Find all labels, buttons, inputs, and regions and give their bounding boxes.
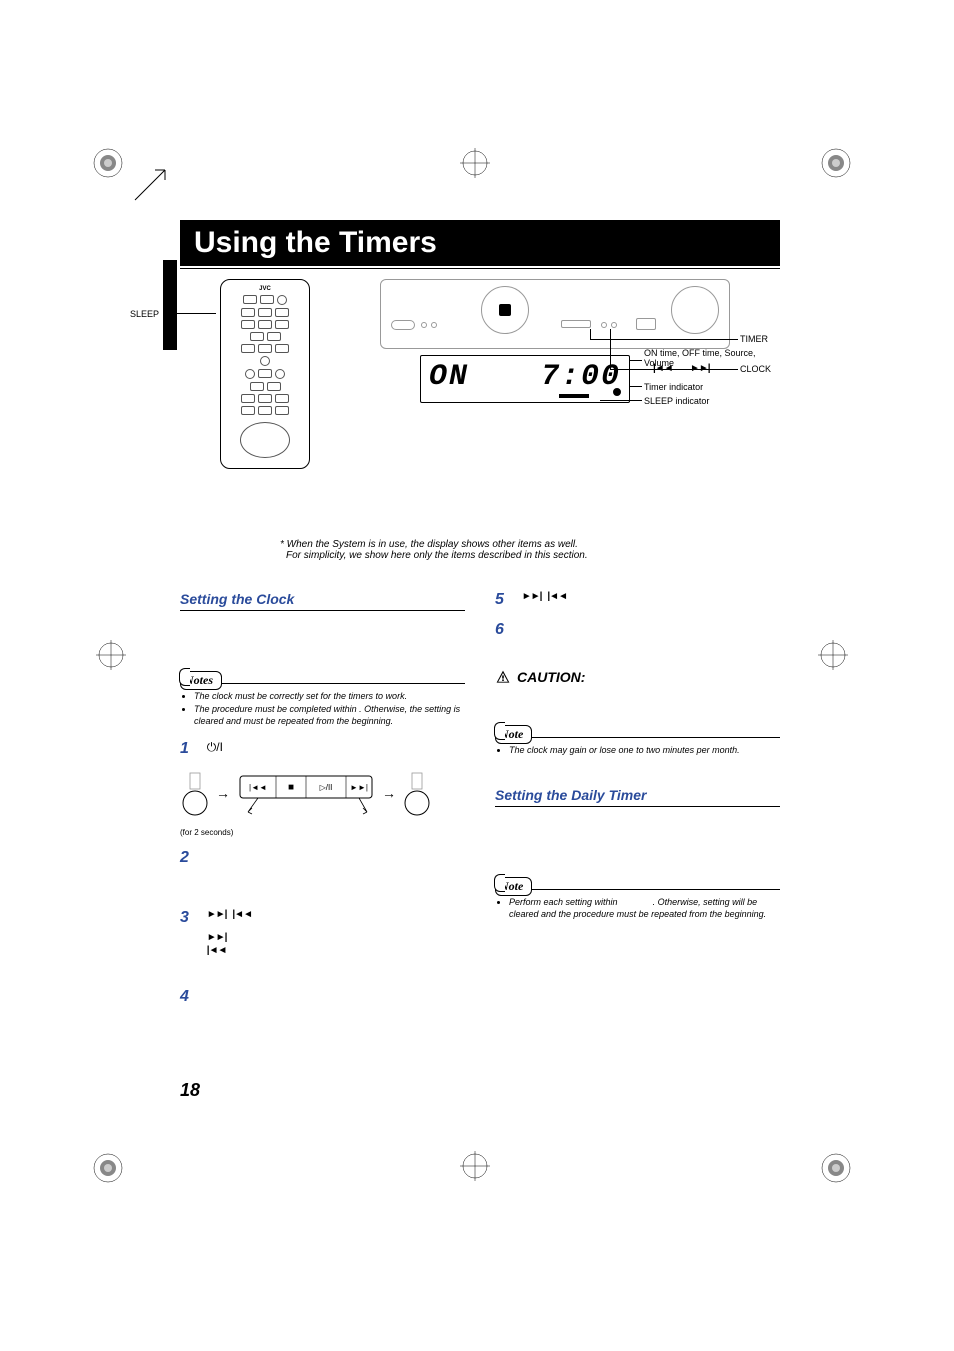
page-content: Using the Timers SLEEP JVC <box>180 220 780 1006</box>
next-icon: ►►| <box>207 909 227 920</box>
prev-icon: |◄◄ <box>232 909 252 920</box>
footnote: * When the System is in use, the display… <box>280 539 780 561</box>
note-label-1: Note <box>495 725 532 744</box>
crop-arrow-tl <box>130 165 170 210</box>
reg-mark-l <box>96 640 126 670</box>
step-1: 1 ⏻/I <box>180 740 465 758</box>
unit-timer-label: TIMER <box>740 334 768 344</box>
lcd-callout-sleep: SLEEP indicator <box>644 396 709 406</box>
lcd-callout-top: ON time, OFF time, Source, Volume <box>644 348 780 368</box>
notes-label: Notes <box>180 671 222 690</box>
process-caption: (for 2 seconds) <box>180 828 465 837</box>
heading-daily-timer: Setting the Daily Timer <box>495 787 780 807</box>
reg-mark-r <box>818 640 848 670</box>
remote-brand: JVC <box>227 286 303 292</box>
left-column: Setting the Clock Notes The clock must b… <box>180 591 465 1006</box>
reg-mark-t <box>460 148 490 178</box>
note-1-text: The clock may gain or lose one to two mi… <box>495 744 780 757</box>
lcd-bar-indicator <box>559 394 589 398</box>
lcd-right-text: 7:00 <box>541 360 621 394</box>
reg-mark-b <box>460 1151 490 1181</box>
reg-mark-tl <box>90 145 126 181</box>
reg-mark-bl <box>90 1150 126 1186</box>
lcd-clock-indicator <box>613 388 621 396</box>
page-number: 18 <box>180 1080 200 1101</box>
caution-icon <box>495 669 511 685</box>
title-underline <box>180 268 780 269</box>
next-icon-3: ►►| <box>522 591 542 602</box>
process-diagram: → |◄◄ ■ ▷/II ►►| → <box>180 768 465 818</box>
next-icon-2: ►►| <box>207 932 227 943</box>
lcd-left-text: ON <box>429 360 469 394</box>
caution-heading: CAUTION: <box>495 669 780 685</box>
reg-mark-br <box>818 1150 854 1186</box>
note-label-2: Note <box>495 877 532 896</box>
reg-mark-tr <box>818 145 854 181</box>
notes-list: The clock must be correctly set for the … <box>180 690 465 728</box>
prev-icon-3: |◄◄ <box>547 591 567 602</box>
page-title: Using the Timers <box>180 220 780 266</box>
svg-text:▷/II: ▷/II <box>320 783 333 792</box>
svg-text:■: ■ <box>288 782 294 793</box>
remote-sleep-label: SLEEP <box>130 309 159 319</box>
lcd-callout-timer: Timer indicator <box>644 382 703 392</box>
right-column: 5 ►►| |◄◄ 6 CAUTION: <box>495 591 780 1006</box>
columns: Setting the Clock Notes The clock must b… <box>180 591 780 1006</box>
unit-step-a <box>180 768 210 818</box>
unit-step-c <box>402 768 432 818</box>
step-2: 2 <box>180 849 465 867</box>
remote-outline: JVC <box>220 279 310 469</box>
prev-icon-2: |◄◄ <box>207 945 227 956</box>
step-6: 6 <box>495 621 780 639</box>
step-5: 5 ►►| |◄◄ <box>495 591 780 609</box>
lcd-display: ON 7:00 <box>420 355 630 403</box>
note-2-text: Perform each setting within . Otherwise,… <box>495 896 780 921</box>
step-4: 4 <box>180 988 465 1006</box>
step-3: 3 ►►| |◄◄ ►►| |◄◄ <box>180 909 465 956</box>
svg-text:►►|: ►►| <box>350 783 368 792</box>
unit-step-b: |◄◄ ■ ▷/II ►►| <box>236 768 376 818</box>
remote-diagram: SLEEP JVC <box>180 279 340 469</box>
black-side-tab <box>163 260 177 350</box>
svg-text:|◄◄: |◄◄ <box>249 783 267 792</box>
heading-setting-clock: Setting the Clock <box>180 591 465 611</box>
power-icon: ⏻/I <box>207 740 223 755</box>
